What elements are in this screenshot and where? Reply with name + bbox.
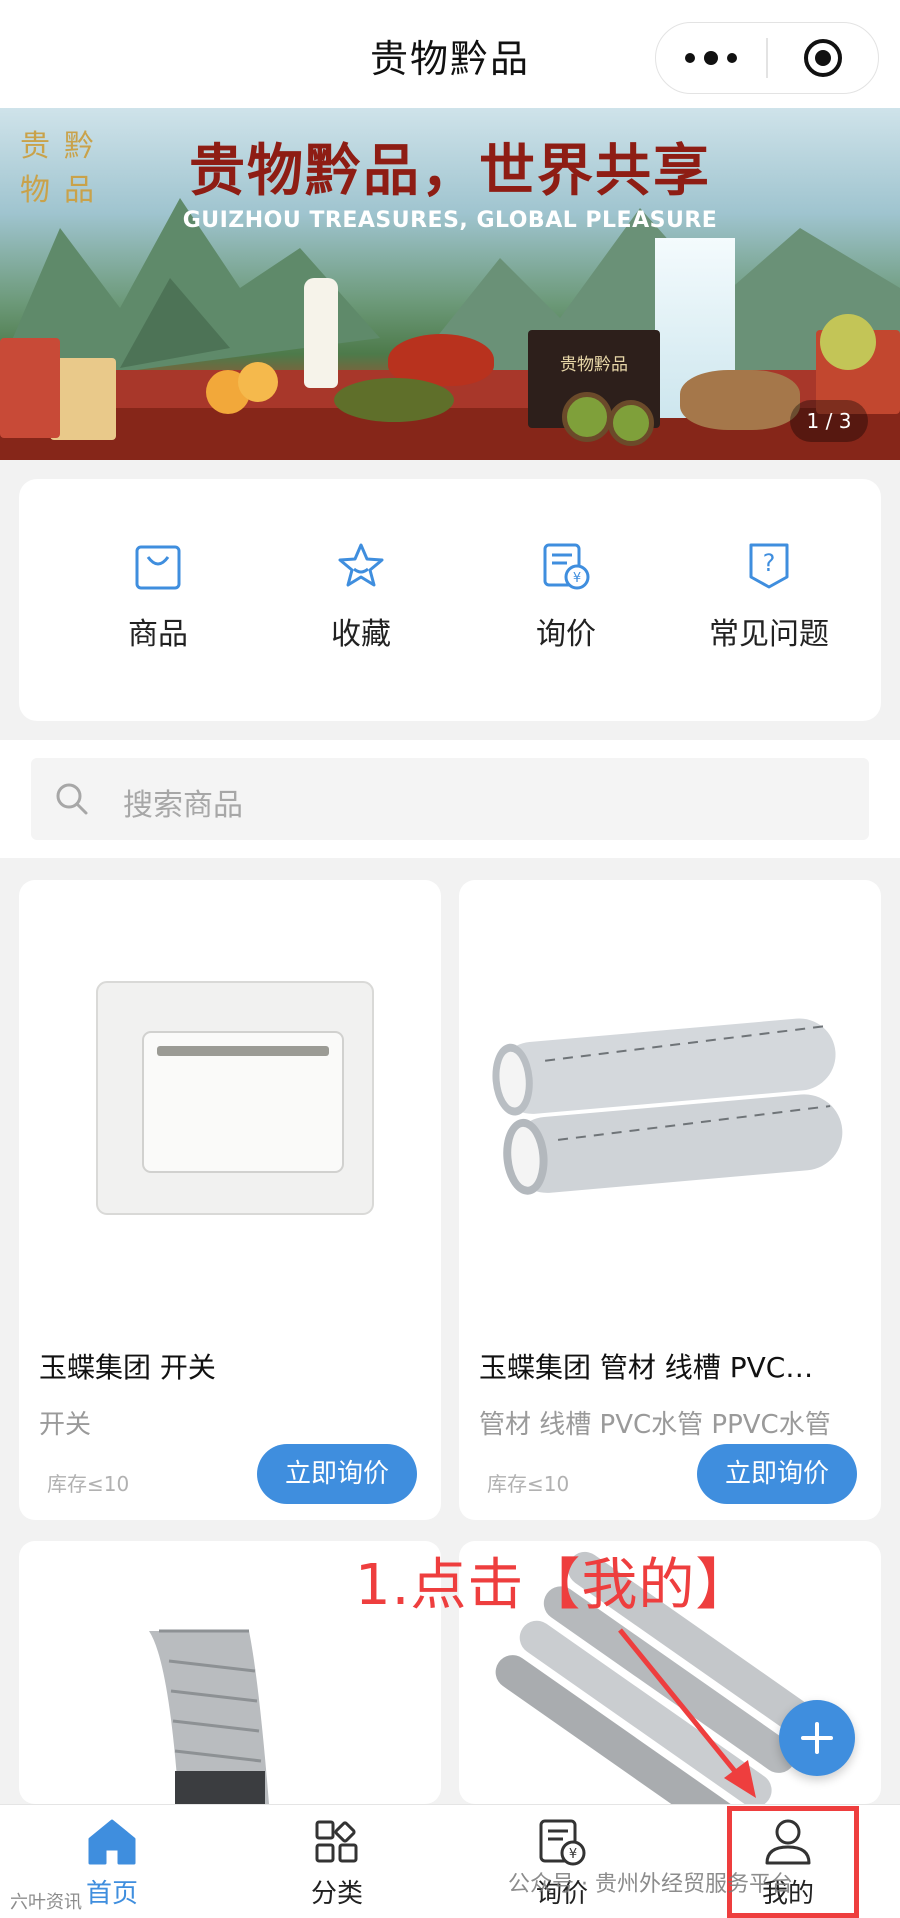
plus-icon xyxy=(801,1722,833,1754)
product-card[interactable]: 玉蝶集团 管材 线槽 PVC… 管材 线槽 PVC水管 PPVC水管 库存≤10… xyxy=(459,880,881,1520)
search-section: 搜索商品 xyxy=(0,740,900,858)
inquire-now-button[interactable]: 立即询价 xyxy=(697,1444,857,1504)
source-watermark: 六叶资讯 xyxy=(10,1892,82,1913)
product-card[interactable]: 玉蝶集团 开关 开关 库存≤10 立即询价 xyxy=(19,880,441,1520)
quicknav-inquiry[interactable]: ¥ 询价 xyxy=(486,541,646,653)
product-stock: 库存≤10 xyxy=(47,1472,130,1496)
star-icon xyxy=(338,543,384,587)
target-icon xyxy=(803,39,842,77)
kiwi-image xyxy=(562,392,612,442)
category-grid-icon xyxy=(315,1820,358,1863)
quicknav-label: 询价 xyxy=(536,617,596,652)
inquiry-document-icon: ¥ xyxy=(543,543,590,590)
close-miniprogram-button[interactable] xyxy=(768,36,878,80)
orange-fruit-image-2 xyxy=(238,362,278,402)
red-box-image xyxy=(0,338,60,438)
tutorial-annotation: 1.点击【我的】 xyxy=(355,1553,753,1618)
bottle-image xyxy=(304,278,338,388)
product-stock: 库存≤10 xyxy=(487,1472,570,1496)
faq-icon: ? xyxy=(749,543,789,589)
inquire-now-button[interactable]: 立即询价 xyxy=(257,1444,417,1504)
search-input[interactable]: 搜索商品 xyxy=(31,758,869,840)
quick-nav-card: 商品 收藏 ¥ 询价 ? 常见问题 xyxy=(19,479,881,721)
more-menu-button[interactable] xyxy=(656,51,766,65)
product-subtitle: 管材 线槽 PVC水管 PPVC水管 xyxy=(479,1410,831,1440)
inquiry-document-icon: ¥ xyxy=(539,1819,586,1866)
gift-box-label: 贵物黔品 xyxy=(560,355,628,375)
svg-text:¥: ¥ xyxy=(573,571,581,586)
pear-image xyxy=(820,314,876,370)
quicknav-label: 收藏 xyxy=(331,617,391,652)
search-icon xyxy=(56,783,88,815)
add-floating-button[interactable] xyxy=(779,1700,855,1776)
annotation-highlight-box xyxy=(727,1806,859,1918)
svg-text:¥: ¥ xyxy=(569,1847,577,1862)
quicknav-label: 常见问题 xyxy=(709,617,829,652)
product-name: 玉蝶集团 管材 线槽 PVC… xyxy=(479,1351,814,1384)
product-subtitle: 开关 xyxy=(39,1410,92,1440)
banner-slogan: 贵物黔品，世界共享 xyxy=(189,138,711,204)
wechat-watermark: 公众号 · 贵州外经贸服务平台 xyxy=(508,1872,793,1897)
annotation-arrow-icon xyxy=(618,1628,756,1798)
svg-text:?: ? xyxy=(763,549,776,577)
bean-bowl-image xyxy=(334,378,454,422)
promo-banner[interactable]: 贵 黔 物 品 贵物黔品，世界共享 GUIZHOU TREASURES, GLO… xyxy=(0,108,900,460)
quicknav-label: 商品 xyxy=(128,617,188,652)
search-placeholder: 搜索商品 xyxy=(123,788,243,823)
product-name: 玉蝶集团 开关 xyxy=(39,1351,216,1384)
tab-category[interactable]: 分类 xyxy=(267,1817,407,1910)
banner-subslogan: GUIZHOU TREASURES, GLOBAL PLEASURE xyxy=(182,208,718,233)
kiwi-image-2 xyxy=(608,400,654,446)
title-bar: 贵物黔品 xyxy=(0,0,900,108)
mini-program-capsule xyxy=(655,22,879,94)
shopping-bag-icon xyxy=(135,545,181,590)
product-image xyxy=(459,880,881,1320)
home-icon xyxy=(88,1819,136,1865)
potato-image xyxy=(680,370,800,430)
quicknav-faq[interactable]: ? 常见问题 xyxy=(689,541,849,653)
banner-page-indicator: 1 / 3 xyxy=(790,400,868,442)
quicknav-favorites[interactable]: 收藏 xyxy=(281,541,441,653)
tab-label: 分类 xyxy=(310,1879,363,1909)
product-image xyxy=(19,880,441,1320)
quicknav-products[interactable]: 商品 xyxy=(78,541,238,653)
